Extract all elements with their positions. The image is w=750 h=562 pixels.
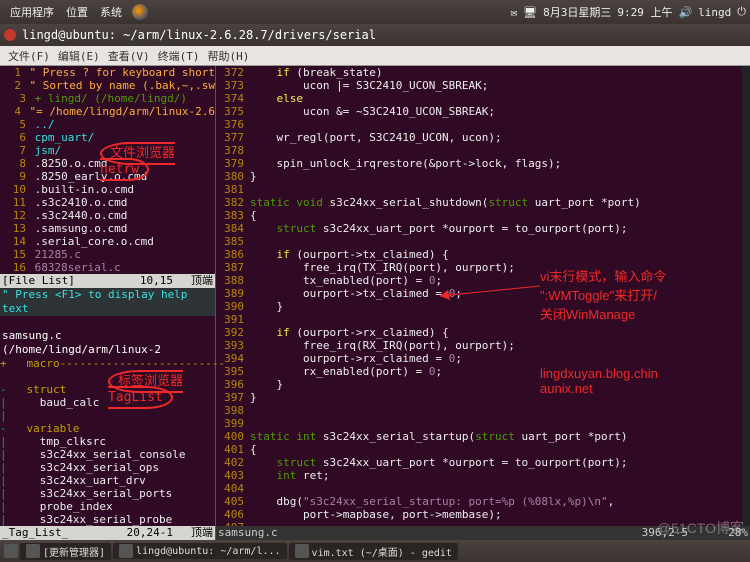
menu-view[interactable]: 查看(V) [104, 48, 154, 64]
taglist-item[interactable]: | baud_calc [0, 396, 215, 409]
menu-help[interactable]: 帮助(H) [204, 48, 254, 64]
taglist-item[interactable]: | probe_index [0, 500, 215, 513]
code-line[interactable]: 378 [216, 144, 750, 157]
code-line[interactable]: 390 } [216, 300, 750, 313]
code-line[interactable]: 392 if (ourport->rx_claimed) { [216, 326, 750, 339]
netrw-line[interactable]: 2 " Sorted by name (.bak,~,.sw [0, 79, 215, 92]
netrw-line[interactable]: 16 68328serial.c [0, 261, 215, 274]
netrw-statusline: [File List] 10,15顶端 [0, 274, 215, 288]
code-line[interactable]: 380} [216, 170, 750, 183]
netrw-line[interactable]: 14 .serial_core.o.cmd [0, 235, 215, 248]
code-line[interactable]: 402 struct s3c24xx_uart_port *ourport = … [216, 456, 750, 469]
code-line[interactable]: 375 ucon &= ~S3C2410_UCON_SBREAK; [216, 105, 750, 118]
taglist-statusline: _Tag_List_ 20,24-1顶端 [0, 526, 215, 540]
netrw-line[interactable]: 13 .samsung.o.cmd [0, 222, 215, 235]
netrw-line[interactable]: 9 .8250_early.o.cmd [0, 170, 215, 183]
code-line[interactable]: 384 struct s3c24xx_uart_port *ourport = … [216, 222, 750, 235]
code-line[interactable]: 376 [216, 118, 750, 131]
taglist-group[interactable]: - variable [0, 422, 215, 435]
vim-editor[interactable]: 1 " Press ? for keyboard short2 " Sorted… [0, 66, 750, 540]
taglist-group[interactable]: - struct [0, 383, 215, 396]
netrw-pane[interactable]: 1 " Press ? for keyboard short2 " Sorted… [0, 66, 215, 274]
code-line[interactable]: 398 [216, 404, 750, 417]
code-line[interactable]: 387 free_irq(TX_IRQ(port), ourport); [216, 261, 750, 274]
task-terminal[interactable]: lingd@ubuntu: ~/arm/l... [113, 543, 287, 559]
user-menu[interactable]: lingd [698, 6, 731, 19]
watermark: @51CTO博客 [657, 518, 744, 538]
firefox-icon[interactable] [132, 4, 148, 20]
window-title: lingd@ubuntu: ~/arm/linux-2.6.28.7/drive… [22, 28, 376, 42]
code-line[interactable]: 389 ourport->tx_claimed = 0; [216, 287, 750, 300]
netrw-line[interactable]: 6 cpm_uart/ [0, 131, 215, 144]
netrw-line[interactable]: 8 .8250.o.cmd [0, 157, 215, 170]
code-line[interactable]: 397} [216, 391, 750, 404]
netrw-line[interactable]: 4 "= /home/lingd/arm/linux-2.6 [0, 105, 215, 118]
code-line[interactable]: 404 [216, 482, 750, 495]
code-line[interactable]: 385 [216, 235, 750, 248]
code-line[interactable]: 391 [216, 313, 750, 326]
taglist-pane[interactable]: - struct| baud_calc|- variable| tmp_clks… [0, 383, 215, 526]
system-top-panel: 应用程序 位置 系统 ✉ 🖥 8月3日星期三 9:29 上午 🔊 lingd ⏻ [0, 0, 750, 24]
system-bottom-panel: [更新管理器] lingd@ubuntu: ~/arm/l... vim.txt… [0, 540, 750, 562]
apps-menu[interactable]: 应用程序 [4, 4, 60, 20]
taglist-item[interactable]: | tmp_clksrc [0, 435, 215, 448]
taglist-item[interactable]: | s3c24xx_serial_probe [0, 513, 215, 526]
help-hint: " Press <F1> to display help text [0, 288, 215, 316]
display-icon[interactable]: 🖥 [523, 6, 537, 19]
window-titlebar[interactable]: lingd@ubuntu: ~/arm/linux-2.6.28.7/drive… [0, 24, 750, 46]
terminal-menubar: 文件(F) 编辑(E) 查看(V) 终端(T) 帮助(H) [0, 46, 750, 66]
code-line[interactable]: 405 dbg("s3c24xx_serial_startup: port=%p… [216, 495, 750, 508]
netrw-line[interactable]: 11 .s3c2410.o.cmd [0, 196, 215, 209]
code-line[interactable]: 372 if (break_state) [216, 66, 750, 79]
code-line[interactable]: 388 tx_enabled(port) = 0; [216, 274, 750, 287]
code-line[interactable]: 400static int s3c24xx_serial_startup(str… [216, 430, 750, 443]
macro-fold[interactable]: + macro------------------------- [0, 357, 225, 370]
task-gedit[interactable]: vim.txt (~/桌面) - gedit [289, 543, 458, 560]
power-icon[interactable]: ⏻ [737, 5, 746, 19]
taglist-item[interactable]: | s3c24xx_serial_ops [0, 461, 215, 474]
scrollbar[interactable] [742, 66, 750, 526]
code-line[interactable]: 383{ [216, 209, 750, 222]
task-update-manager[interactable]: [更新管理器] [20, 543, 111, 560]
code-line[interactable]: 401{ [216, 443, 750, 456]
code-line[interactable]: 393 free_irq(RX_IRQ(port), ourport); [216, 339, 750, 352]
code-pane[interactable]: 372 if (break_state)373 ucon |= S3C2410_… [216, 66, 750, 526]
taglist-item[interactable]: | s3c24xx_serial_console [0, 448, 215, 461]
code-line[interactable]: 377 wr_regl(port, S3C2410_UCON, ucon); [216, 131, 750, 144]
mail-icon[interactable]: ✉ [511, 6, 518, 19]
netrw-line[interactable]: 15 21285.c [0, 248, 215, 261]
show-desktop-icon[interactable] [4, 544, 18, 558]
code-line[interactable]: 382static void s3c24xx_serial_shutdown(s… [216, 196, 750, 209]
netrw-line[interactable]: 3 + lingd/ (/home/lingd/) [0, 92, 215, 105]
code-line[interactable]: 403 int ret; [216, 469, 750, 482]
netrw-line[interactable]: 7 jsm/ [0, 144, 215, 157]
taglist-item[interactable]: | s3c24xx_uart_drv [0, 474, 215, 487]
netrw-line[interactable]: 10 .built-in.o.cmd [0, 183, 215, 196]
code-line[interactable]: 379 spin_unlock_irqrestore(&port->lock, … [216, 157, 750, 170]
code-line[interactable]: 381 [216, 183, 750, 196]
code-line[interactable]: 373 ucon |= S3C2410_UCON_SBREAK; [216, 79, 750, 92]
code-line[interactable]: 396 } [216, 378, 750, 391]
volume-icon[interactable]: 🔊 [678, 6, 692, 19]
date-label: 8月3日星期三 [543, 4, 611, 20]
taglist-item[interactable]: | s3c24xx_serial_ports [0, 487, 215, 500]
code-line[interactable]: 394 ourport->rx_claimed = 0; [216, 352, 750, 365]
code-line[interactable]: 374 else [216, 92, 750, 105]
menu-terminal[interactable]: 终端(T) [154, 48, 204, 64]
code-line[interactable]: 386 if (ourport->tx_claimed) { [216, 248, 750, 261]
netrw-line[interactable]: 12 .s3c2440.o.cmd [0, 209, 215, 222]
close-icon[interactable] [4, 29, 16, 41]
code-line[interactable]: 399 [216, 417, 750, 430]
netrw-line[interactable]: 5 ../ [0, 118, 215, 131]
taglist-file: samsung.c (/home/lingd/arm/linux-2 [0, 329, 215, 357]
menu-file[interactable]: 文件(F) [4, 48, 54, 64]
time-label: 9:29 上午 [617, 4, 672, 20]
places-menu[interactable]: 位置 [60, 4, 94, 20]
system-menu[interactable]: 系统 [94, 4, 128, 20]
netrw-line[interactable]: 1 " Press ? for keyboard short [0, 66, 215, 79]
menu-edit[interactable]: 编辑(E) [54, 48, 104, 64]
code-line[interactable]: 395 rx_enabled(port) = 0; [216, 365, 750, 378]
